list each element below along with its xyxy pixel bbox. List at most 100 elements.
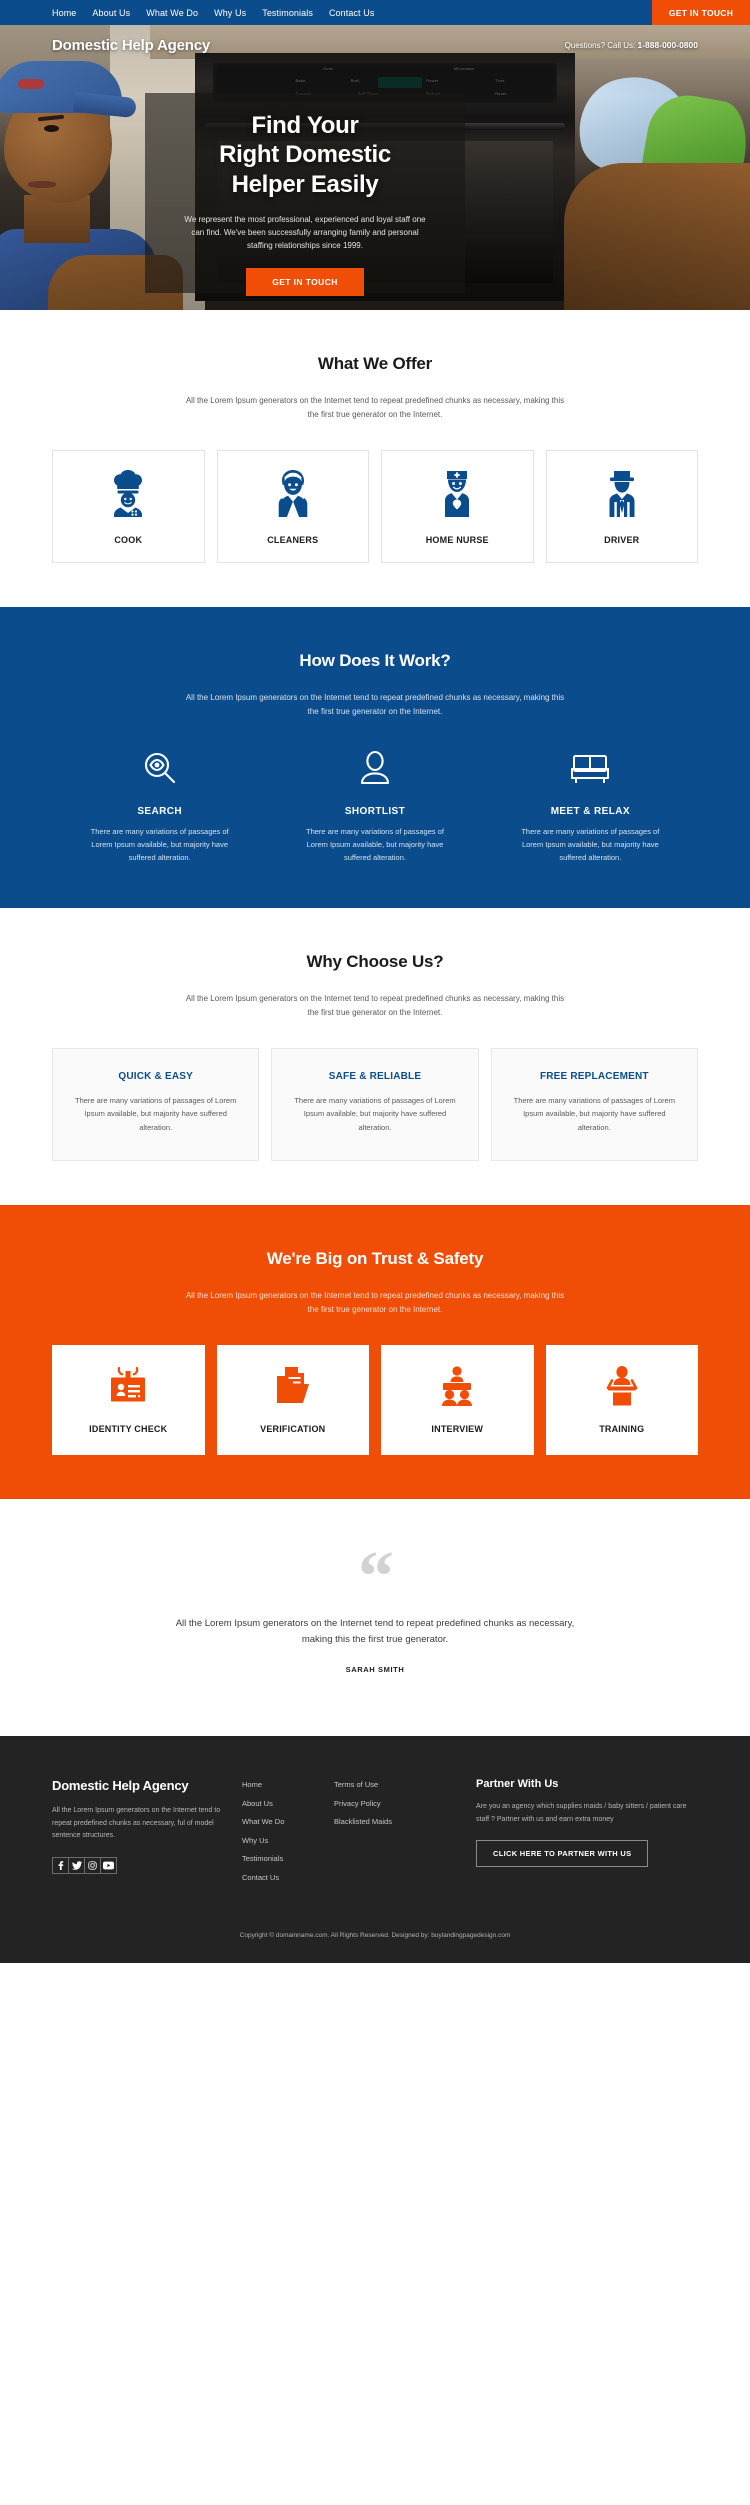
footer-link-what-we-do[interactable]: What We Do [242,1818,324,1826]
offer-card-cleaners[interactable]: CLEANERS [216,450,369,563]
footer-link-contact-us[interactable]: Contact Us [242,1874,324,1882]
testimonial-section: “ All the Lorem Ipsum generators on the … [0,1498,750,1737]
trust-card-label: INTERVIEW [431,1424,484,1435]
what-we-offer-section: What We Offer All the Lorem Ipsum genera… [0,310,750,607]
footer-links-column-1: Home About Us What We Do Why Us Testimon… [242,1778,324,1892]
why-section-title: Why Choose Us? [306,952,444,972]
how-step-name: SHORTLIST [344,806,406,817]
trust-section-description: All the Lorem Ipsum generators on the In… [185,1290,565,1314]
hero-section: Oven Microwave Bake Broil Power Time Con… [0,25,750,310]
offer-card-cook[interactable]: COOK [52,450,205,563]
trust-card-label: TRAINING [599,1424,645,1435]
hero-title-line-1: Find Your [251,112,359,139]
instagram-icon[interactable] [84,1856,101,1874]
nurse-icon [436,468,478,523]
why-card-title: QUICK & EASY [118,1071,193,1083]
nav-item-what-we-do[interactable]: What We Do [146,8,198,18]
offer-card-label: HOME NURSE [425,535,489,545]
offer-card-driver[interactable]: DRIVER [545,450,698,563]
footer: Domestic Help Agency All the Lorem Ipsum… [0,1736,750,1923]
footer-partner-column: Partner With Us Are you an agency which … [454,1778,698,1892]
offer-card-label: COOK [114,535,143,545]
footer-about-text: All the Lorem Ipsum generators on the In… [52,1807,221,1840]
phone-number[interactable]: 1-888-000-0800 [638,40,699,50]
how-step-desc: There are many variations of passages of… [521,827,660,862]
top-navigation-bar: Home About Us What We Do Why Us Testimon… [0,0,750,25]
contact-phone: Questions? Call Us: 1-888-000-0800 [565,40,698,50]
footer-brand-title: Domestic Help Agency [52,1778,189,1794]
trust-card-interview[interactable]: INTERVIEW [381,1344,534,1455]
youtube-icon[interactable] [100,1856,117,1874]
facebook-icon[interactable] [52,1856,69,1874]
how-step-list: SEARCH There are many variations of pass… [52,749,698,864]
hero-get-in-touch-button[interactable]: GET IN TOUCH [246,268,364,297]
offer-section-description: All the Lorem Ipsum generators on the In… [185,396,565,419]
driver-icon [601,468,643,523]
trust-card-verification[interactable]: VERIFICATION [216,1344,369,1455]
site-brand-title: Domestic Help Agency [52,36,210,54]
trust-and-safety-section: We're Big on Trust & Safety All the Lore… [0,1204,750,1499]
how-section-title: How Does It Work? [299,651,451,670]
copyright-bar: Copyright © domainname.com. All Rights R… [0,1922,750,1964]
twitter-icon[interactable] [68,1856,85,1874]
partner-with-us-button[interactable]: CLICK HERE TO PARTNER WITH US [476,1840,649,1868]
why-card-title: FREE REPLACEMENT [539,1071,649,1083]
hero-title-line-3: Helper Easily [231,170,379,198]
hero-title-line-2: Right Domestic [219,141,391,169]
id-card-icon [106,1365,150,1412]
how-does-it-work-section: How Does It Work? All the Lorem Ipsum ge… [0,607,750,909]
why-card-desc: There are many variations of passages of… [74,1096,237,1132]
why-card-title: SAFE & RELIABLE [328,1071,422,1083]
how-step-name: SEARCH [137,806,182,817]
partner-title: Partner With Us [476,1778,559,1791]
testimonial-author: SARAH SMITH [345,1665,405,1675]
hero-title: Find Your Right Domestic Helper Easily [219,111,391,199]
why-section-description: All the Lorem Ipsum generators on the In… [185,994,565,1018]
trust-card-label: VERIFICATION [260,1424,326,1435]
how-step-meet-relax: MEET & RELAX There are many variations o… [483,749,698,864]
offer-card-home-nurse[interactable]: HOME NURSE [381,450,534,563]
why-choose-us-section: Why Choose Us? All the Lorem Ipsum gener… [0,908,750,1204]
nav-item-home[interactable]: Home [52,8,76,18]
questions-label: Questions? Call Us: [564,41,636,50]
offer-card-label: DRIVER [604,535,640,545]
footer-link-testimonials[interactable]: Testimonials [242,1855,324,1863]
trust-card-identity-check[interactable]: IDENTITY CHECK [52,1344,205,1455]
hero-header-bar: Domestic Help Agency Questions? Call Us:… [0,25,750,65]
nav-get-in-touch-button[interactable]: GET IN TOUCH [652,0,750,25]
footer-link-home[interactable]: Home [242,1781,324,1789]
quote-mark-icon: “ [358,1535,394,1616]
how-step-search: SEARCH There are many variations of pass… [52,749,267,864]
offer-card-list: COOK CLEANERS HOME NURSE DRIVER [52,450,698,563]
nav-item-about-us[interactable]: About Us [92,8,130,18]
trust-card-training[interactable]: TRAINING [545,1344,698,1455]
maid-icon [272,468,314,523]
partner-text: Are you an agency which supplies maids /… [476,1803,687,1823]
why-card-safe-reliable: SAFE & RELIABLE There are many variation… [271,1048,479,1161]
footer-links-column-2: Terms of Use Privacy Policy Blacklisted … [334,1778,444,1892]
how-step-desc: There are many variations of passages of… [305,827,444,862]
trust-card-list: IDENTITY CHECK VERIFICATION INTERVIEW TR… [52,1344,698,1455]
sofa-icon [568,749,612,794]
how-section-description: All the Lorem Ipsum generators on the In… [185,693,565,716]
offer-card-label: CLEANERS [267,535,319,545]
footer-link-why-us[interactable]: Why Us [242,1837,324,1845]
nav-item-testimonials[interactable]: Testimonials [262,8,313,18]
trust-section-title: We're Big on Trust & Safety [266,1248,484,1268]
offer-section-title: What We Offer [317,354,433,373]
footer-link-privacy-policy[interactable]: Privacy Policy [334,1800,444,1808]
footer-link-terms-of-use[interactable]: Terms of Use [334,1781,444,1789]
how-step-desc: There are many variations of passages of… [90,827,229,862]
nav-item-why-us[interactable]: Why Us [214,8,246,18]
search-eye-icon [140,749,180,794]
testimonial-text: All the Lorem Ipsum generators on the In… [175,1617,575,1646]
social-links [52,1856,232,1874]
how-step-shortlist: SHORTLIST There are many variations of p… [267,749,482,864]
footer-brand-column: Domestic Help Agency All the Lorem Ipsum… [52,1778,232,1892]
nav-item-contact-us[interactable]: Contact Us [329,8,375,18]
person-icon [355,749,395,794]
interview-panel-icon [435,1365,479,1412]
trust-card-label: IDENTITY CHECK [89,1424,168,1435]
footer-link-blacklisted-maids[interactable]: Blacklisted Maids [334,1818,444,1826]
footer-link-about-us[interactable]: About Us [242,1800,324,1808]
